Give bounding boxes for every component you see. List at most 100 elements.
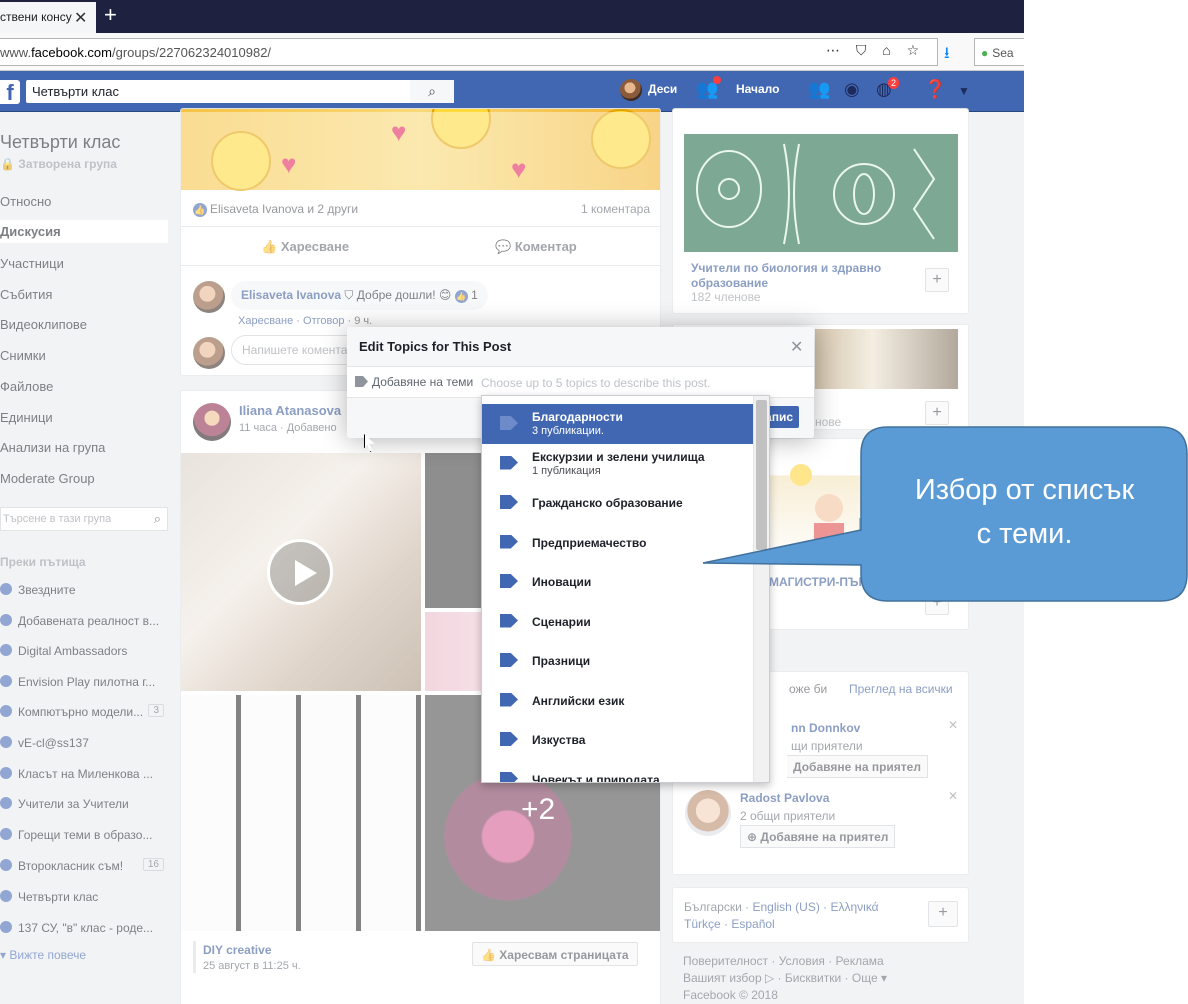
footer-links[interactable]: Поверителност · Условия · Реклама [683,954,884,968]
group-cover-image[interactable] [815,329,958,389]
shortcut-item[interactable]: vE-cl@ss137 [0,736,168,750]
close-tab-icon[interactable]: ✕ [74,8,87,28]
photo-thumbnail[interactable] [181,695,421,931]
shortcut-item[interactable]: Звездните [0,583,168,597]
comment-like-link[interactable]: Харесване [238,315,293,327]
topic-option[interactable]: Изкуства [482,720,753,760]
tag-icon [500,692,518,707]
shortcut-item[interactable]: Учители за Учители [0,797,168,811]
play-icon[interactable] [267,539,333,605]
nav-photos[interactable]: Снимки [0,348,46,363]
suggested-group-title[interactable]: Учители по биология и здравно образовани… [691,261,891,291]
join-group-button[interactable]: + [925,268,949,292]
shortcut-item[interactable]: Второкласник съм! 16 [0,858,168,873]
topic-option[interactable]: Празници [482,641,753,681]
shortcut-item[interactable]: Envision Play пилотна г... [0,675,168,689]
shortcut-label: Envision Play пилотна г... [18,675,156,689]
page-actions-icons[interactable]: ⋯ ⛉ ⌂ ☆ [826,42,925,59]
language-links[interactable]: English (US) · Ελληνικά [752,900,878,914]
shortcut-item[interactable]: Горещи теми в образо... [0,828,168,842]
user-avatar[interactable] [620,79,642,101]
nav-events[interactable]: Събития [0,287,52,302]
shortcut-item[interactable]: Digital Ambassadors [0,644,168,658]
join-group-button[interactable]: + [925,591,949,615]
add-language-button[interactable]: + [928,901,958,927]
shortcut-item[interactable]: Компютърно модели... 3 [0,704,168,719]
nav-videos[interactable]: Видеоклипове [0,317,87,332]
topic-option[interactable]: Предприемачество [482,523,753,563]
facebook-logo-icon[interactable]: f [0,80,20,105]
group-search-placeholder: Търсене в тази група [3,513,112,525]
friend-name[interactable]: nn Donnkov [791,721,860,735]
nav-files[interactable]: Файлове [0,379,53,394]
nav-units[interactable]: Единици [0,410,53,425]
add-friend-button[interactable]: ⊕ Добавяне на приятел [740,825,896,848]
search-icon[interactable]: ⌕ [410,80,454,103]
home-link[interactable]: Начало [736,82,779,96]
tag-icon [500,732,518,746]
comment-author[interactable]: Elisaveta Ivanova [241,288,341,302]
download-icon[interactable]: ⭳ [944,42,950,69]
nav-moderate[interactable]: Moderate Group [0,471,95,486]
search-icon[interactable]: ⌕ [154,511,161,527]
post-author-avatar[interactable] [193,403,231,441]
help-icon[interactable]: ❓ [924,79,946,100]
facebook-search-input[interactable]: Четвърти клас ⌕ [26,80,454,103]
see-all-link[interactable]: Преглед на всички [849,682,953,696]
like-button[interactable]: 👍 Харесване [261,239,349,255]
group-cover-image[interactable] [684,134,958,252]
suggested-group-title[interactable]: МАГИСТРИ-ПЪРВ [769,575,875,590]
source-page-name[interactable]: DIY creative [203,943,272,957]
post-image[interactable]: ♥ ♥ ♥ [181,109,660,191]
topic-option[interactable]: Иновации [482,562,753,602]
post-author[interactable]: Iliana Atanasova [239,403,341,418]
close-icon[interactable]: ✕ [790,337,803,357]
topic-option[interactable]: Английски език [482,681,753,721]
comment-button[interactable]: 💬 Коментар [495,239,577,255]
nav-members[interactable]: Участници [0,256,64,271]
topics-input[interactable] [481,372,801,394]
shortcut-item[interactable]: 137 СУ, "в" клас - роде... [0,921,168,935]
topic-option[interactable]: Екскурзии и зелени училища 1 публикация [482,444,753,484]
messenger-icon[interactable]: ◉ [844,79,860,100]
friend-avatar[interactable] [685,790,731,836]
like-page-button[interactable]: 👍 Харесвам страницата [472,942,638,966]
shortcut-item[interactable]: Класът на Миленкова ... [0,767,168,781]
browser-search-box[interactable]: ● Sea [974,38,1024,66]
chevron-down-icon[interactable]: ▼ [958,84,970,98]
nav-about[interactable]: Относно [0,194,51,209]
comment-reply-link[interactable]: Отговор [303,315,344,327]
suggested-group-members: нове [815,415,842,429]
dismiss-icon[interactable]: ✕ [948,718,958,732]
topic-option[interactable]: Сценарии [482,602,753,642]
group-icon [0,797,12,809]
language-links[interactable]: Türkçe · Español [684,917,775,931]
scrollbar-thumb[interactable] [756,400,767,550]
nav-insights[interactable]: Анализи на група [0,440,105,455]
group-title[interactable]: Четвърти клас [0,132,120,153]
browser-tab[interactable]: ствени консу ✕ [0,2,96,33]
topic-option[interactable]: Човекът и природата [482,760,753,782]
post-likes[interactable]: 👍 Elisaveta Ivanova и 2 други [193,202,358,217]
url-bar[interactable]: www.facebook.com/groups/227062324010982/ [0,38,938,66]
nav-discussion[interactable]: Дискусия [0,220,168,243]
dismiss-icon[interactable]: ✕ [948,789,958,803]
comment-count[interactable]: 1 коментара [581,202,650,216]
add-friend-button[interactable]: Добавяне на приятел [787,755,928,778]
topic-option[interactable]: Гражданско образование [482,483,753,523]
more-photos-count[interactable]: +2 [521,793,555,827]
shortcut-item[interactable]: Добавената реалност в... [0,614,168,628]
topic-option[interactable]: Благодарности 3 публикации. [482,404,753,444]
footer-links[interactable]: Вашият избор ▷ · Бисквитки · Още ▾ [683,971,887,985]
new-tab-icon[interactable]: + [104,2,117,28]
commenter-avatar[interactable] [193,281,225,313]
friend-requests-icon[interactable]: 👥 [808,79,830,100]
group-icon [0,644,12,656]
shortcut-item[interactable]: Четвърти клас [0,890,168,904]
see-more-link[interactable]: ▾ Вижте повече [0,948,86,962]
video-thumbnail[interactable] [181,453,421,691]
friend-name[interactable]: Radost Pavlova [740,791,829,805]
user-name-link[interactable]: Деси [648,82,677,96]
group-search-input[interactable]: Търсене в тази група ⌕ [0,507,168,531]
join-group-button[interactable]: + [925,401,949,425]
